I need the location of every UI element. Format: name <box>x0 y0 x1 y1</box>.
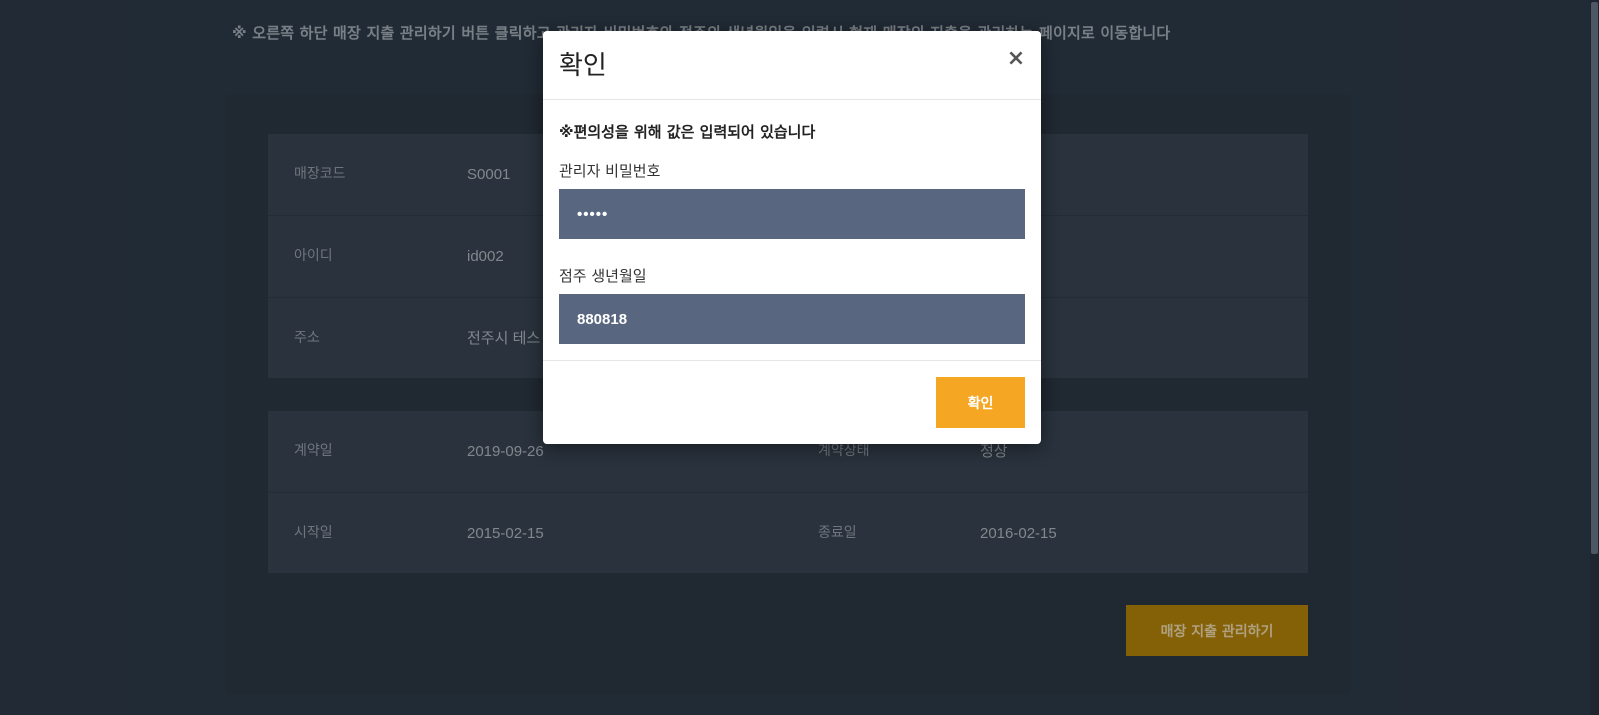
modal-header: 확인 × <box>543 31 1041 100</box>
confirm-modal: 확인 × ※편의성을 위해 값은 입력되어 있습니다 관리자 비밀번호 점주 생… <box>543 31 1041 444</box>
modal-title: 확인 <box>559 51 607 81</box>
confirm-button[interactable]: 확인 <box>936 377 1025 428</box>
close-icon[interactable]: × <box>1005 45 1027 73</box>
modal-notice: ※편의성을 위해 값은 입력되어 있습니다 <box>559 123 816 141</box>
admin-password-input[interactable] <box>559 189 1025 239</box>
owner-birthdate-input[interactable] <box>559 294 1025 344</box>
modal-footer: 확인 <box>543 361 1041 444</box>
owner-birthdate-label: 점주 생년월일 <box>559 267 647 285</box>
modal-body: ※편의성을 위해 값은 입력되어 있습니다 관리자 비밀번호 점주 생년월일 <box>543 100 1041 361</box>
admin-password-label: 관리자 비밀번호 <box>559 162 661 180</box>
